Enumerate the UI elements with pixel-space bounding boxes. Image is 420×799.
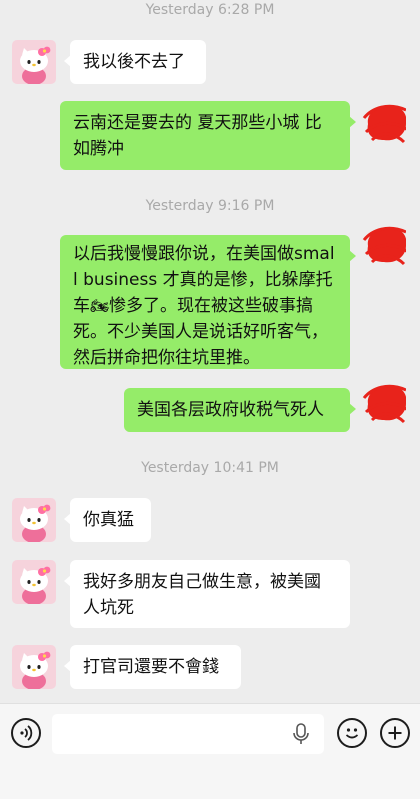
timestamp: Yesterday 6:28 PM [145,2,275,18]
outgoing-message-bubble[interactable]: 以后我慢慢跟你说，在美国做small business 才真的是惨，比躲摩托车🏍… [60,235,356,369]
message-text: 我好多朋友自己做生意，被美國人坑死 [83,572,321,618]
message-text: 美国各层政府收税气死人 [137,400,324,420]
my-avatar[interactable] [362,222,406,270]
timestamp: Yesterday 9:16 PM [145,198,275,214]
contact-avatar[interactable] [12,645,56,689]
message-text: 惨多了。现在被这些破事搞死。不少美国人是说话好听客气，然后拼命把你往坑里推。 [73,296,328,368]
my-avatar[interactable] [362,380,406,424]
contact-avatar[interactable] [12,40,56,84]
redacted-avatar-icon [362,100,406,144]
incoming-message-bubble[interactable]: 打官司還要不會錢 [64,645,241,689]
add-icon[interactable] [380,718,410,748]
hello-kitty-icon [12,560,56,604]
message-text: 我以後不去了 [83,52,185,72]
voice-icon[interactable] [11,718,41,748]
outgoing-message-bubble[interactable]: 云南还是要去的 夏天那些小城 比如腾冲 [60,101,356,170]
message-input[interactable] [52,714,324,754]
message-text: 云南还是要去的 夏天那些小城 比如腾冲 [73,113,322,159]
microphone-icon[interactable] [291,723,311,745]
incoming-message-bubble[interactable]: 我好多朋友自己做生意，被美國人坑死 [64,560,350,628]
motorcycle-emoji-icon: 🏍 [90,297,110,315]
input-bar [0,703,420,799]
hello-kitty-icon [12,645,56,689]
my-avatar[interactable] [362,100,406,144]
chat-area[interactable]: Yesterday 6:28 PM 我以後不去了 云南还是要去的 夏天那些小城 … [0,0,420,703]
contact-avatar[interactable] [12,498,56,542]
timestamp: Yesterday 10:41 PM [141,460,279,476]
contact-avatar[interactable] [12,560,56,604]
hello-kitty-icon [12,498,56,542]
incoming-message-bubble[interactable]: 你真猛 [64,498,151,542]
hello-kitty-icon [12,40,56,84]
incoming-message-bubble[interactable]: 我以後不去了 [64,40,206,84]
emoji-icon[interactable] [337,718,367,748]
outgoing-message-bubble[interactable]: 美国各层政府收税气死人 [124,388,356,432]
redacted-avatar-icon [362,222,406,266]
message-text: 你真猛 [83,510,134,530]
message-text: 打官司還要不會錢 [83,657,219,677]
redacted-avatar-icon [362,380,406,424]
